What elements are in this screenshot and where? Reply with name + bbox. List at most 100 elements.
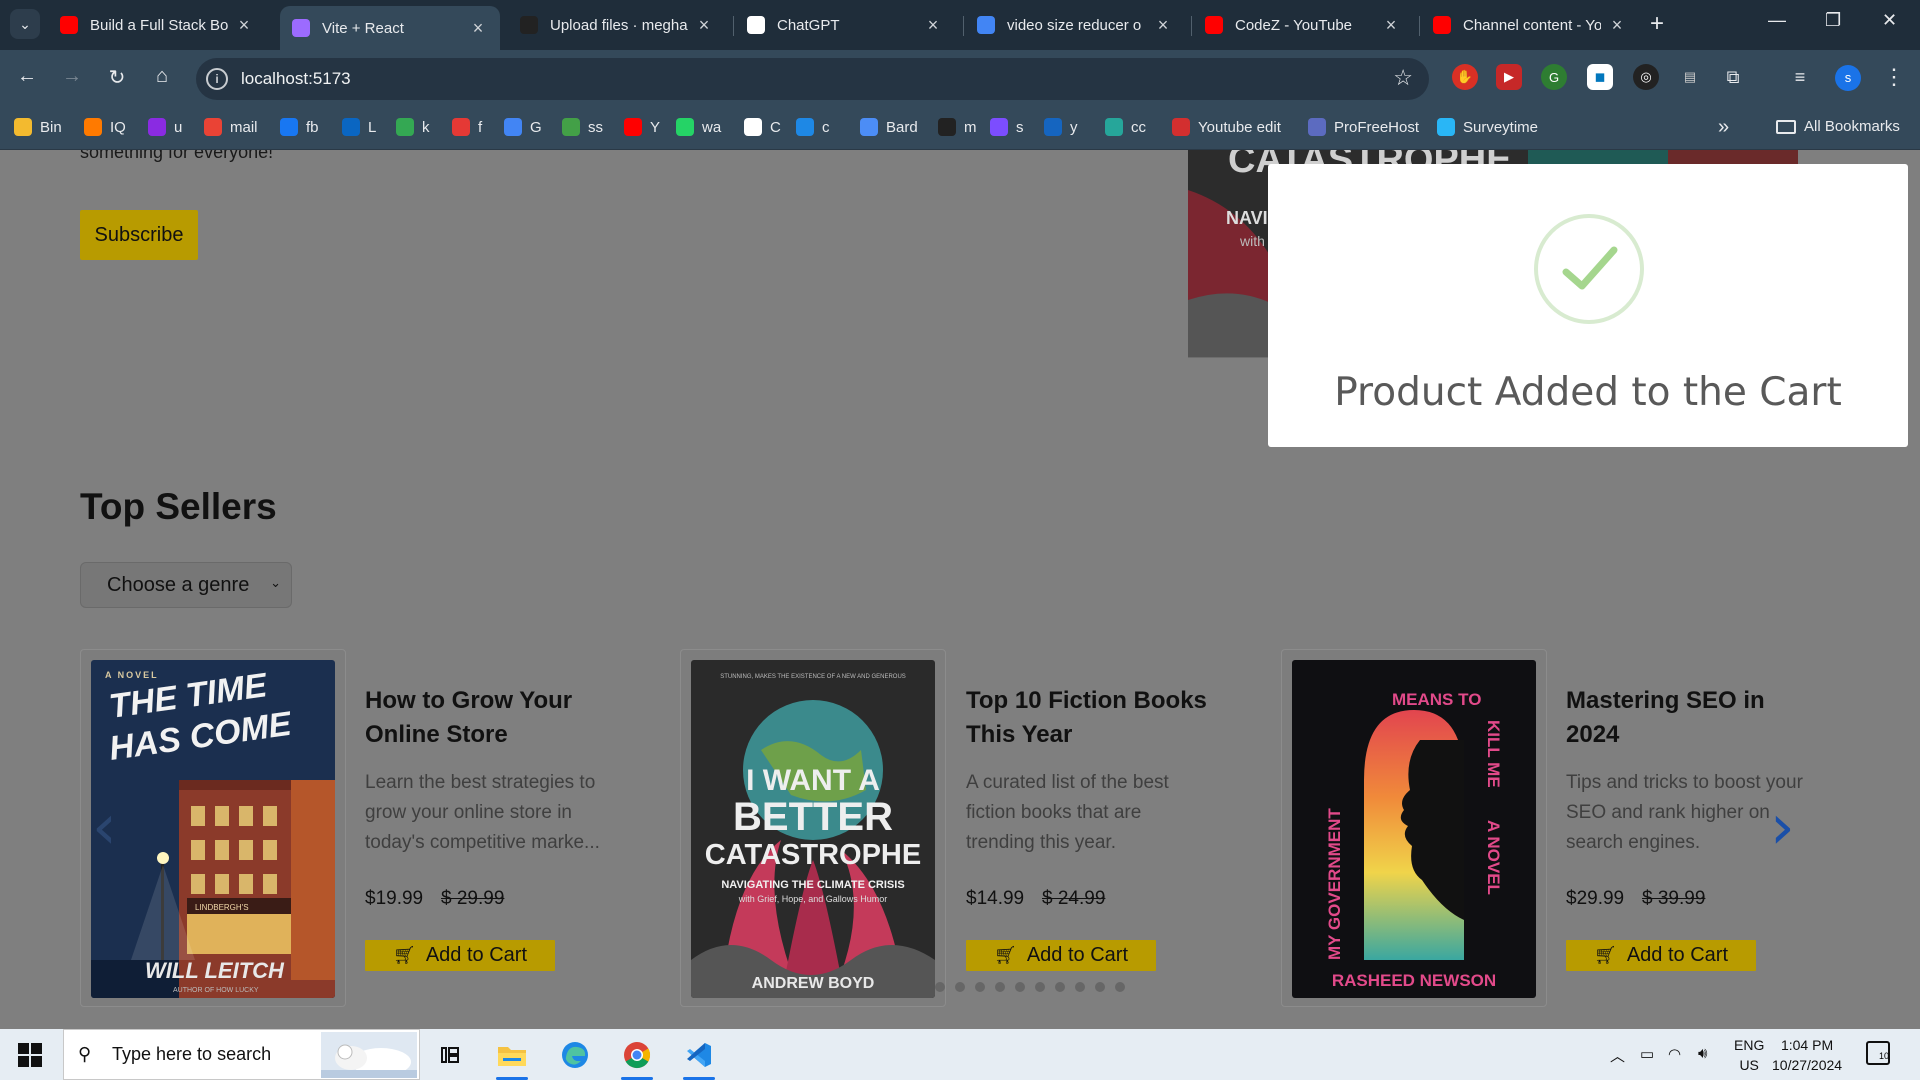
carousel-dot[interactable] [935, 982, 945, 992]
bookmark-item[interactable]: y [1044, 118, 1078, 136]
genre-select[interactable]: Choose a genre ⌄ [80, 562, 292, 608]
bookmark-star-icon[interactable]: ☆ [1393, 65, 1413, 91]
bookmark-item[interactable]: fb [280, 118, 319, 136]
bookmark-item[interactable]: Bard [860, 118, 918, 136]
minimize-button[interactable]: — [1768, 10, 1786, 31]
carousel-dot[interactable] [1015, 982, 1025, 992]
extensions-puzzle-icon[interactable]: ⧉ [1720, 64, 1746, 90]
extension-youtube-icon[interactable]: ▶ [1496, 64, 1522, 90]
bookmark-item[interactable]: mail [204, 118, 258, 136]
edge-icon[interactable] [557, 1037, 593, 1073]
carousel-dot[interactable] [995, 982, 1005, 992]
site-info-icon[interactable]: i [206, 68, 228, 90]
tab-separator [1191, 16, 1192, 36]
book-card[interactable]: STUNNING, MAKES THE EXISTENCE OF A NEW A… [680, 649, 946, 1007]
carousel-dot[interactable] [1055, 982, 1065, 992]
bookmark-item[interactable]: k [396, 118, 430, 136]
add-to-cart-button[interactable]: 🛒︎ Add to Cart [1566, 940, 1756, 971]
tab[interactable]: CodeZ - YouTube × [1193, 6, 1413, 44]
extension-doc-icon[interactable]: ▤ [1677, 64, 1703, 90]
bookmark-item[interactable]: Bin [14, 118, 62, 136]
bookmark-item[interactable]: Youtube edit [1172, 118, 1281, 136]
system-clock[interactable]: 1:04 PM 10/27/2024 [1772, 1035, 1842, 1075]
carousel-dot[interactable] [1115, 982, 1125, 992]
tab[interactable]: Channel content - Yo × [1421, 6, 1639, 44]
address-bar[interactable]: i localhost:5173 ☆ [196, 58, 1429, 100]
bookmark-item[interactable]: G [504, 118, 542, 136]
carousel-dot[interactable] [1095, 982, 1105, 992]
carousel-next-icon[interactable]: › [1770, 790, 1795, 863]
subscribe-button[interactable]: Subscribe [80, 210, 198, 260]
battery-icon[interactable]: ▭ [1640, 1045, 1654, 1063]
add-to-cart-button[interactable]: 🛒︎ Add to Cart [365, 940, 555, 971]
bookmark-item[interactable]: ss [562, 118, 603, 136]
wifi-icon[interactable]: ◠ [1668, 1045, 1681, 1063]
extension-adblock-icon[interactable]: ✋ [1452, 64, 1478, 90]
extension-active-icon[interactable]: ◼ [1587, 64, 1613, 90]
media-control-icon[interactable]: ≡ [1787, 64, 1813, 90]
tab-close-icon[interactable]: × [1153, 15, 1173, 36]
carousel-dot[interactable] [955, 982, 965, 992]
bookmark-item[interactable]: wa [676, 118, 721, 136]
tab[interactable]: video size reducer o × [965, 6, 1185, 44]
book-title[interactable]: How to Grow Your Online Store [365, 684, 625, 752]
tab[interactable]: Upload files · megha × [508, 6, 726, 44]
task-view-icon[interactable] [432, 1037, 468, 1073]
reload-button[interactable]: ↻ [102, 65, 132, 90]
book-title[interactable]: Top 10 Fiction Books This Year [966, 684, 1226, 752]
back-button[interactable]: ← [12, 65, 42, 88]
restore-button[interactable]: ❐ [1825, 10, 1841, 31]
bookmark-item[interactable]: u [148, 118, 182, 136]
taskbar-search-box[interactable]: ⚲ Type here to search [63, 1029, 420, 1080]
language-indicator[interactable]: ENG US [1734, 1035, 1764, 1075]
extension-grammar-icon[interactable]: G [1541, 64, 1567, 90]
new-tab-button[interactable]: + [1650, 10, 1664, 38]
bookmarks-overflow-icon[interactable]: » [1718, 116, 1729, 139]
tab-close-icon[interactable]: × [694, 15, 714, 36]
carousel-dot[interactable] [1075, 982, 1085, 992]
all-bookmarks-button[interactable]: All Bookmarks [1776, 118, 1900, 135]
vscode-icon[interactable] [681, 1037, 717, 1080]
bookmark-item[interactable]: Y [624, 118, 660, 136]
url-text[interactable]: localhost:5173 [241, 69, 351, 89]
tab[interactable]: ChatGPT × [735, 6, 955, 44]
bookmark-item[interactable]: s [990, 118, 1024, 136]
tab-search-button[interactable]: ⌄ [10, 9, 40, 39]
bookmark-item[interactable]: m [938, 118, 977, 136]
notification-center-icon[interactable]: 10 [1866, 1041, 1890, 1065]
carousel-prev-icon[interactable]: ‹ [92, 790, 117, 863]
book-card[interactable]: A NOVEL THE TIME HAS COME LINDBERGH'S WI… [80, 649, 346, 1007]
bookmark-item[interactable]: c [796, 118, 830, 136]
tab-close-icon[interactable]: × [923, 15, 943, 36]
bookmark-item[interactable]: C [744, 118, 781, 136]
book-title[interactable]: Mastering SEO in 2024 [1566, 684, 1806, 752]
carousel-dot[interactable] [975, 982, 985, 992]
volume-icon[interactable]: 🔊︎ [1698, 1045, 1707, 1062]
close-window-button[interactable]: ✕ [1882, 10, 1897, 31]
bookmark-item[interactable]: L [342, 118, 376, 136]
profile-avatar[interactable]: s [1835, 65, 1861, 91]
tab-close-icon[interactable]: × [1381, 15, 1401, 36]
bookmark-item[interactable]: IQ [84, 118, 126, 136]
tab-close-icon[interactable]: × [234, 15, 254, 36]
bookmark-item[interactable]: f [452, 118, 482, 136]
bookmark-item[interactable]: cc [1105, 118, 1146, 136]
file-explorer-icon[interactable] [494, 1037, 530, 1080]
extension-glasses-icon[interactable]: ◎ [1633, 64, 1659, 90]
windows-start-icon[interactable] [18, 1043, 42, 1067]
tab[interactable]: Build a Full Stack Boo × [48, 6, 266, 44]
tab[interactable]: Vite + React × [280, 6, 500, 50]
bookmark-item[interactable]: ProFreeHost [1308, 118, 1419, 136]
book-card[interactable]: MY GOVERNMENT MEANS TO KILL ME A NOVEL R… [1281, 649, 1547, 1007]
home-button[interactable]: ⌂ [147, 65, 177, 88]
browser-menu-icon[interactable]: ⋮ [1883, 64, 1905, 90]
forward-button[interactable]: → [57, 65, 87, 88]
tab-close-icon[interactable]: × [1607, 15, 1627, 36]
bookmark-item[interactable]: Surveytime [1437, 118, 1538, 136]
tab-close-icon[interactable]: × [468, 18, 488, 39]
region-code: US [1739, 1057, 1759, 1073]
add-to-cart-button[interactable]: 🛒︎ Add to Cart [966, 940, 1156, 971]
chrome-icon[interactable] [619, 1037, 655, 1080]
carousel-dot[interactable] [1035, 982, 1045, 992]
tray-overflow-icon[interactable]: ︿ [1610, 1045, 1625, 1066]
